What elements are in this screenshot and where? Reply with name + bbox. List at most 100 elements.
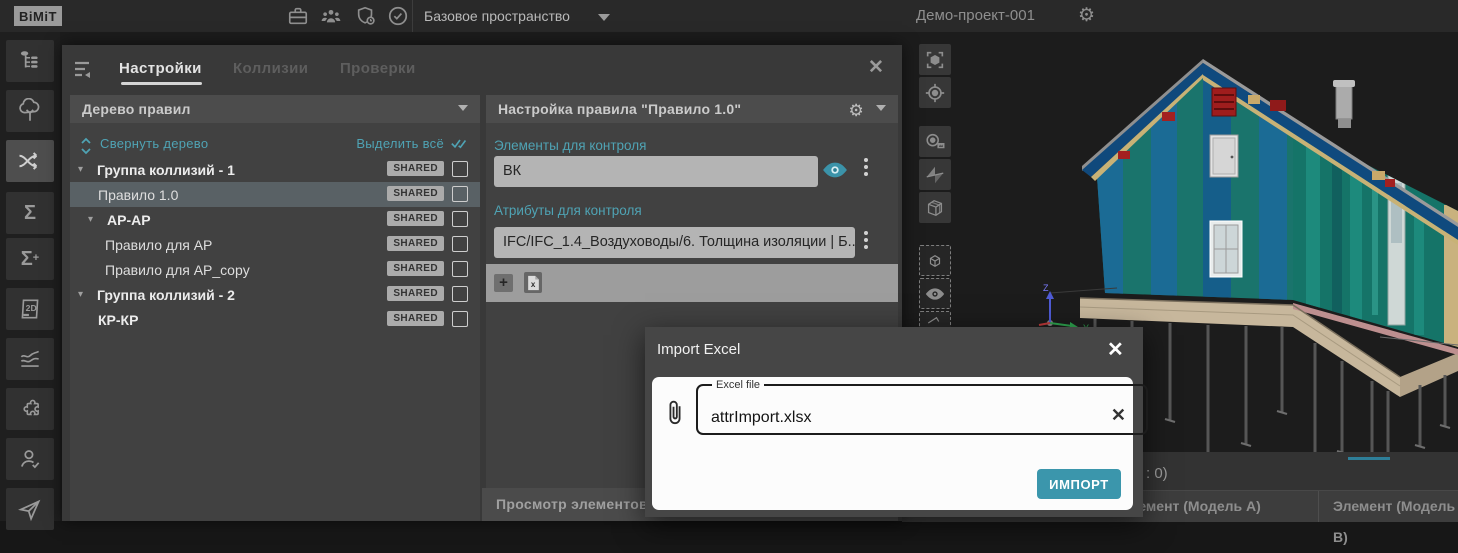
sidebar-item-model-tree[interactable]	[6, 90, 54, 132]
elements-input[interactable]: ВК	[494, 156, 818, 187]
tree-row-label: Правило для АР_copy	[105, 262, 250, 278]
rule-settings-title: Настройка правила "Правило 1.0"	[498, 101, 741, 117]
active-tab-underline	[121, 82, 202, 85]
left-sidebar: Σ Σ+ 2D	[0, 32, 60, 521]
svg-text:2D: 2D	[26, 303, 37, 313]
clip-box-button[interactable]	[919, 192, 951, 223]
section-plane-button[interactable]	[919, 159, 951, 190]
app-logo: BiMiT	[14, 6, 62, 26]
topbar-divider	[412, 0, 413, 32]
attributes-kebab-menu-icon[interactable]	[864, 231, 868, 249]
tree-row[interactable]: ▾ Группа коллизий - 1 SHARED	[70, 157, 480, 182]
elements-preview-title: Просмотр элементов	[496, 496, 648, 512]
tree-rows: ▾Группа коллизий - 1SHAREDПравило 1.0SHA…	[70, 157, 480, 332]
row-checkbox[interactable]	[452, 286, 468, 302]
add-attribute-button[interactable]: +	[494, 274, 513, 292]
fit-view-button[interactable]	[919, 44, 951, 75]
column-divider	[1318, 491, 1319, 522]
unfold-icon[interactable]	[78, 136, 94, 154]
results-count-text: : 0)	[1146, 465, 1168, 482]
sidebar-item-structure-tree[interactable]	[6, 40, 54, 82]
briefcase-icon[interactable]	[287, 5, 309, 27]
row-checkbox[interactable]	[452, 186, 468, 202]
attributes-input[interactable]: IFC/IFC_1.4_Воздуховоды/6. Толщина изоля…	[494, 227, 855, 258]
modal-close-icon[interactable]: ✕	[1107, 337, 1124, 362]
rule-gear-icon[interactable]: ⚙	[849, 97, 864, 125]
project-settings-gear-icon[interactable]: ⚙	[1078, 4, 1095, 28]
hide-selection-button[interactable]	[919, 278, 951, 309]
shared-badge: SHARED	[387, 311, 444, 326]
collapse-tree-link[interactable]: Свернуть дерево	[100, 136, 208, 151]
excel-file-value[interactable]: attrImport.xlsx	[711, 409, 811, 427]
measure-tape-button[interactable]	[919, 126, 951, 157]
tab-collisions[interactable]: Коллизии	[233, 60, 308, 77]
collapse-panel-icon[interactable]	[72, 59, 96, 81]
sidebar-item-2d-view[interactable]: 2D	[6, 288, 54, 330]
row-checkbox[interactable]	[452, 236, 468, 252]
excel-file-field-label: Excel file	[712, 379, 764, 391]
row-checkbox[interactable]	[452, 261, 468, 277]
import-button[interactable]: ИМПОРТ	[1037, 469, 1121, 499]
clear-file-icon[interactable]: ✕	[1111, 405, 1126, 426]
tree-row[interactable]: Правило 1.0SHARED	[70, 182, 480, 207]
row-checkbox[interactable]	[452, 211, 468, 227]
tree-row-label: АР-АР	[107, 212, 151, 228]
panel-drag-handle[interactable]	[1348, 457, 1390, 460]
tab-settings[interactable]: Настройки	[119, 60, 202, 77]
excel-file-field[interactable]: Excel file attrImport.xlsx ✕	[696, 379, 1148, 435]
tab-checks[interactable]: Проверки	[340, 60, 416, 77]
svg-text:x: x	[530, 280, 535, 289]
double-check-icon[interactable]	[450, 135, 470, 153]
import-excel-modal: Import Excel ✕ Excel file attrImport.xls…	[645, 327, 1143, 517]
tree-row[interactable]: ▾ АР-АР SHARED	[70, 207, 480, 232]
sidebar-item-graphs[interactable]	[6, 338, 54, 380]
elements-kebab-menu-icon[interactable]	[864, 158, 868, 176]
shield-icon[interactable]	[355, 5, 377, 27]
tree-row[interactable]: КР-КР SHARED	[70, 307, 480, 332]
modal-body: Excel file attrImport.xlsx ✕ ИМПОРТ	[652, 377, 1133, 510]
rules-tree-panel: Дерево правил Свернуть дерево Выделить в…	[70, 95, 480, 521]
tree-caret-icon[interactable]: ▾	[78, 164, 92, 175]
team-icon[interactable]	[320, 5, 342, 27]
sidebar-item-sigma[interactable]: Σ	[6, 192, 54, 234]
attributes-actions-band: + x	[486, 264, 898, 302]
sidebar-item-user-check[interactable]	[6, 438, 54, 480]
rule-settings-header[interactable]: Настройка правила "Правило 1.0" ⚙	[486, 95, 898, 123]
shared-badge: SHARED	[387, 286, 444, 301]
row-checkbox[interactable]	[452, 311, 468, 327]
modal-title: Import Excel	[657, 341, 740, 358]
shared-badge: SHARED	[387, 211, 444, 226]
sidebar-item-sigma-plus[interactable]: Σ+	[6, 238, 54, 280]
locate-target-button[interactable]	[919, 77, 951, 108]
tree-row-label: Группа коллизий - 1	[97, 162, 235, 178]
elements-label: Элементы для контроля	[494, 138, 646, 153]
sidebar-item-collisions[interactable]	[6, 140, 54, 182]
tree-row-label: КР-КР	[98, 312, 138, 328]
isolate-selection-button[interactable]	[919, 245, 951, 276]
excel-import-button[interactable]: x	[524, 272, 542, 293]
project-title: Демо-проект-001	[916, 0, 1035, 32]
chevron-down-icon[interactable]	[876, 105, 886, 111]
tree-row-label: Правило для АР	[105, 237, 212, 253]
tree-row[interactable]: Правило для АРSHARED	[70, 232, 480, 257]
sidebar-item-plugins[interactable]	[6, 388, 54, 430]
row-checkbox[interactable]	[452, 161, 468, 177]
rules-tree-header[interactable]: Дерево правил	[70, 95, 480, 123]
paperclip-icon[interactable]	[664, 398, 686, 428]
tree-caret-icon[interactable]: ▾	[88, 214, 102, 225]
workspace-caret-icon[interactable]	[598, 14, 610, 21]
tree-caret-icon[interactable]: ▾	[78, 289, 92, 300]
sidebar-item-send[interactable]	[6, 488, 54, 530]
tree-row-label: Группа коллизий - 2	[97, 287, 235, 303]
attributes-label: Атрибуты для контроля	[494, 203, 642, 218]
tree-row[interactable]: ▾ Группа коллизий - 2 SHARED	[70, 282, 480, 307]
chevron-down-icon[interactable]	[458, 105, 468, 111]
tree-row[interactable]: Правило для АР_copySHARED	[70, 257, 480, 282]
shared-badge: SHARED	[387, 161, 444, 176]
workspace-selector[interactable]: Базовое пространство	[424, 0, 570, 32]
shared-badge: SHARED	[387, 186, 444, 201]
eye-icon[interactable]	[822, 161, 848, 181]
select-all-link[interactable]: Выделить всё	[356, 136, 444, 151]
check-circle-icon[interactable]	[387, 5, 409, 27]
close-icon[interactable]: ✕	[868, 56, 884, 79]
